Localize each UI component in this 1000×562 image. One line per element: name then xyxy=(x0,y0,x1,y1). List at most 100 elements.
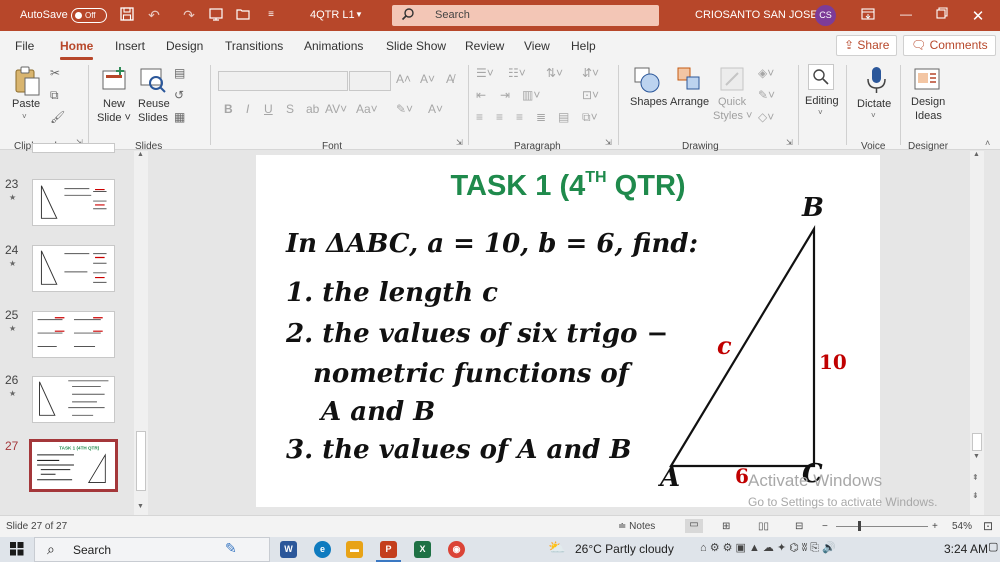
distributed-icon[interactable]: ▤ xyxy=(558,110,569,124)
dictate-chevron-icon[interactable]: ˅ xyxy=(871,111,876,120)
underline-icon[interactable]: U xyxy=(264,102,273,116)
align-text-icon[interactable]: ⊡˅ xyxy=(582,88,599,102)
share-button[interactable]: ⇪ Share xyxy=(836,35,898,56)
scroll-down-arrow-icon[interactable]: ▼ xyxy=(973,453,980,460)
justify-icon[interactable]: ≣ xyxy=(536,110,546,124)
open-folder-icon[interactable] xyxy=(234,6,252,24)
windows-start-icon[interactable] xyxy=(10,542,24,559)
document-menu-chevron-icon[interactable]: ▼ xyxy=(355,10,363,19)
excel-icon[interactable]: X xyxy=(414,541,431,558)
reuse-slides-button-line2[interactable]: Slides xyxy=(138,112,168,124)
microphone-icon[interactable] xyxy=(862,65,892,95)
align-right-icon[interactable]: ≡ xyxy=(516,110,523,124)
word-icon[interactable]: W xyxy=(280,541,297,558)
zoom-slider-thumb[interactable] xyxy=(858,521,861,531)
problem-statement[interactable]: In ΔABC, a = 10, b = 6, find: xyxy=(286,229,698,259)
powerpoint-icon[interactable]: P xyxy=(380,541,397,558)
edge-icon[interactable]: e xyxy=(314,541,331,558)
taskbar-search-box[interactable]: ⌕ Search ✎ xyxy=(34,537,270,562)
start-slideshow-icon[interactable] xyxy=(207,6,225,24)
user-name[interactable]: CRIOSANTO SAN JOSE xyxy=(695,9,818,21)
tab-slide-show[interactable]: Slide Show xyxy=(386,39,446,53)
text-shadow-icon[interactable]: ab xyxy=(306,102,319,116)
editing-button[interactable]: Editing xyxy=(805,95,839,107)
design-ideas-button-line2[interactable]: Ideas xyxy=(915,110,942,122)
autosave-toggle[interactable]: Off xyxy=(71,8,107,23)
new-slide-button[interactable]: New xyxy=(103,98,125,110)
restore-icon[interactable] xyxy=(932,7,952,23)
shape-fill-icon[interactable]: ◈˅ xyxy=(758,66,774,80)
thumbnails-scrollbar[interactable]: ▲ ▼ xyxy=(134,151,148,515)
tab-review[interactable]: Review xyxy=(465,39,504,53)
tab-animations[interactable]: Animations xyxy=(304,39,363,53)
format-painter-icon[interactable]: 🖌 xyxy=(50,110,65,124)
paragraph-launcher-icon[interactable]: ⇲ xyxy=(605,138,612,147)
italic-icon[interactable]: I xyxy=(246,102,249,116)
strikethrough-icon[interactable]: S xyxy=(286,102,294,116)
copy-icon[interactable]: ⧉ xyxy=(50,88,59,103)
task-item-2[interactable]: 2. the values of six trigo − xyxy=(286,319,668,349)
task-item-2-line3[interactable]: A and B xyxy=(321,397,435,427)
line-spacing-icon[interactable]: ⇅˅ xyxy=(546,66,563,80)
columns-icon[interactable]: ▥˅ xyxy=(522,88,540,102)
redo-icon[interactable]: ↷ xyxy=(180,6,198,24)
weather-text[interactable]: 26°C Partly cloudy xyxy=(575,542,674,559)
slide-sorter-icon[interactable]: ⊞ xyxy=(722,521,730,532)
thumbnails-scroll-thumb[interactable] xyxy=(136,431,146,491)
reading-view-icon[interactable]: ▯▯ xyxy=(758,521,769,532)
slide[interactable]: TASK 1 (4TH QTR) In ΔABC, a = 10, b = 6,… xyxy=(256,155,880,507)
editing-chevron-icon[interactable]: ˅ xyxy=(818,108,823,117)
change-case-icon[interactable]: Aa˅ xyxy=(356,102,378,116)
search-box[interactable]: Search xyxy=(392,5,659,26)
tab-insert[interactable]: Insert xyxy=(115,39,145,53)
drawing-launcher-icon[interactable]: ⇲ xyxy=(786,138,793,147)
font-name-combo[interactable] xyxy=(218,71,348,91)
task-item-1[interactable]: 1. the length c xyxy=(286,278,498,308)
scroll-down-arrow-icon[interactable]: ▼ xyxy=(137,503,144,510)
slideshow-view-icon[interactable]: ⊟ xyxy=(795,521,803,532)
quick-styles-button-line2[interactable]: Styles ˅ xyxy=(713,110,752,122)
zoom-level[interactable]: 54% xyxy=(952,521,972,532)
new-slide-button-line2[interactable]: Slide ˅ xyxy=(97,112,131,124)
collapse-ribbon-icon[interactable]: ˄ xyxy=(985,138,990,148)
shapes-button[interactable]: Shapes xyxy=(630,96,667,108)
slide-title[interactable]: TASK 1 (4TH QTR) xyxy=(256,169,880,203)
smartart-icon[interactable]: ⧉˅ xyxy=(582,110,598,125)
tab-view[interactable]: View xyxy=(524,39,550,53)
align-center-icon[interactable]: ≡ xyxy=(496,110,503,124)
cut-icon[interactable]: ✂ xyxy=(50,66,60,80)
triangle-diagram[interactable] xyxy=(656,215,826,485)
task-item-2-line2[interactable]: nometric functions of xyxy=(313,359,629,389)
numbering-icon[interactable]: ☷˅ xyxy=(508,66,526,80)
customize-qat-icon[interactable]: ≡ xyxy=(262,6,280,24)
slide-thumbnail-25[interactable] xyxy=(32,311,115,358)
dictate-button[interactable]: Dictate xyxy=(857,98,891,110)
slide-thumbnail-23[interactable] xyxy=(32,179,115,226)
increase-indent-icon[interactable]: ⇥ xyxy=(500,88,510,102)
slide-scroll-thumb[interactable] xyxy=(972,433,982,451)
bullets-icon[interactable]: ☰˅ xyxy=(476,66,494,80)
comments-button[interactable]: 🗨 Comments xyxy=(903,35,996,56)
tab-home[interactable]: Home xyxy=(60,39,94,60)
decrease-indent-icon[interactable]: ⇤ xyxy=(476,88,486,102)
fit-to-window-icon[interactable]: ⊡ xyxy=(983,519,993,533)
slide-thumbnail-26[interactable] xyxy=(32,376,115,423)
slide-thumbnail-partial[interactable] xyxy=(32,143,115,153)
task-item-3[interactable]: 3. the values of A and B xyxy=(286,435,631,465)
zoom-out-icon[interactable]: − xyxy=(822,521,828,532)
design-ideas-button[interactable]: Design xyxy=(911,96,945,108)
next-slide-icon[interactable]: ⇟ xyxy=(972,491,979,500)
normal-view-icon[interactable]: ▭ xyxy=(685,519,703,533)
previous-slide-icon[interactable]: ⇞ xyxy=(972,473,979,482)
bold-icon[interactable]: B xyxy=(224,102,233,116)
quick-styles-icon[interactable] xyxy=(718,65,748,95)
avatar[interactable]: CS xyxy=(815,5,836,26)
zoom-slider[interactable] xyxy=(836,526,928,527)
notifications-icon[interactable]: ▢ xyxy=(988,540,998,557)
tab-file[interactable]: File xyxy=(15,39,34,53)
decrease-font-icon[interactable]: A˅ xyxy=(420,72,435,86)
highlight-icon[interactable]: ✎˅ xyxy=(396,102,413,116)
new-slide-icon[interactable] xyxy=(100,65,130,95)
file-explorer-icon[interactable]: ▬ xyxy=(346,541,363,558)
quick-styles-button[interactable]: Quick xyxy=(718,96,746,108)
